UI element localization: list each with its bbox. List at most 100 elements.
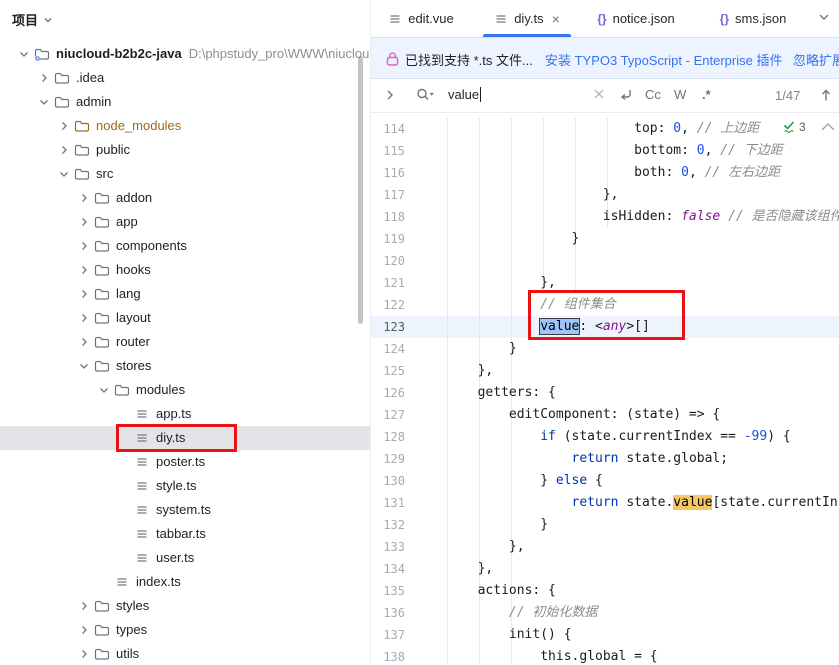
inspections-widget[interactable]: 3 — [782, 120, 839, 134]
code-line-133[interactable]: 133}, — [371, 536, 839, 558]
chevron-collapsed-icon[interactable] — [76, 286, 92, 302]
code-line-119[interactable]: 119} — [371, 228, 839, 250]
chevron-collapsed-icon[interactable] — [36, 70, 52, 86]
chevron-expanded-icon[interactable] — [56, 166, 72, 182]
tree-item-public[interactable]: public — [0, 138, 371, 162]
expand-replace-chevron-icon[interactable] — [383, 88, 397, 102]
code-line-130[interactable]: 130} else { — [371, 470, 839, 492]
search-icon[interactable] — [415, 87, 435, 103]
code-line-123[interactable]: 123value: <any>[] — [371, 316, 839, 338]
tree-item-system.ts[interactable]: system.ts — [0, 498, 371, 522]
code-line-129[interactable]: 129return state.global; — [371, 448, 839, 470]
tree-item-niucloud-b2b2c-java[interactable]: niucloud-b2b2c-javaD:\phpstudy_pro\WWW\n… — [0, 42, 371, 66]
tree-item-tabbar.ts[interactable]: tabbar.ts — [0, 522, 371, 546]
tree-item-label: layout — [116, 306, 151, 330]
chevron-collapsed-icon[interactable] — [76, 310, 92, 326]
tree-item-app.ts[interactable]: app.ts — [0, 402, 371, 426]
text-file-icon — [134, 454, 150, 470]
tree-item-admin[interactable]: admin — [0, 90, 371, 114]
code-line-138[interactable]: 138this.global = { — [371, 646, 839, 665]
tab-overflow-chevron-icon[interactable] — [817, 10, 831, 24]
tree-item-addon[interactable]: addon — [0, 186, 371, 210]
chevron-collapsed-icon[interactable] — [76, 598, 92, 614]
regex-toggle[interactable]: .* — [702, 87, 711, 102]
line-number: 123 — [371, 316, 405, 338]
tab-sms.json[interactable]: {}sms.json — [707, 0, 799, 37]
tree-item-.idea[interactable]: .idea — [0, 66, 371, 90]
code-text: }, — [415, 360, 493, 382]
code-line-115[interactable]: 115bottom: 0, // 下边距 — [371, 140, 839, 162]
match-case-toggle[interactable]: Cc — [645, 87, 661, 102]
code-line-124[interactable]: 124} — [371, 338, 839, 360]
chevron-expanded-icon[interactable] — [76, 358, 92, 374]
ignore-extension-link[interactable]: 忽略扩展名 — [793, 50, 839, 69]
chevron-collapsed-icon[interactable] — [76, 190, 92, 206]
chevron-collapsed-icon[interactable] — [56, 118, 72, 134]
tree-item-node-modules[interactable]: node_modules — [0, 114, 371, 138]
previous-match-arrow-icon[interactable] — [819, 88, 833, 103]
tree-item-src[interactable]: src — [0, 162, 371, 186]
tree-item-layout[interactable]: layout — [0, 306, 371, 330]
code-line-125[interactable]: 125}, — [371, 360, 839, 382]
code-line-127[interactable]: 127editComponent: (state) => { — [371, 404, 839, 426]
tree-item-utils[interactable]: utils — [0, 642, 371, 665]
code-text: editComponent: (state) => { — [415, 404, 720, 426]
newline-toggle-icon[interactable] — [618, 88, 634, 102]
code-line-126[interactable]: 126getters: { — [371, 382, 839, 404]
tree-item-index.ts[interactable]: index.ts — [0, 570, 371, 594]
tree-item-components[interactable]: components — [0, 234, 371, 258]
tree-item-styles[interactable]: styles — [0, 594, 371, 618]
install-plugin-link[interactable]: 安装 TYPO3 TypoScript - Enterprise 插件 — [545, 50, 782, 69]
tree-item-hooks[interactable]: hooks — [0, 258, 371, 282]
chevron-expanded-icon[interactable] — [16, 46, 32, 62]
tree-item-types[interactable]: types — [0, 618, 371, 642]
chevron-expanded-icon[interactable] — [36, 94, 52, 110]
tab-diy.ts[interactable]: diy.ts× — [475, 0, 579, 37]
chevron-collapsed-icon[interactable] — [56, 142, 72, 158]
tree-item-router[interactable]: router — [0, 330, 371, 354]
clear-search-icon[interactable] — [593, 88, 605, 100]
tree-item-modules[interactable]: modules — [0, 378, 371, 402]
code-line-137[interactable]: 137init() { — [371, 624, 839, 646]
code-line-121[interactable]: 121}, — [371, 272, 839, 294]
chevron-collapsed-icon[interactable] — [76, 214, 92, 230]
chevron-up-icon[interactable] — [819, 121, 839, 133]
code-editor[interactable]: 114top: 0, // 上边距115bottom: 0, // 下边距116… — [371, 113, 839, 665]
tree-item-user.ts[interactable]: user.ts — [0, 546, 371, 570]
code-line-117[interactable]: 117}, — [371, 184, 839, 206]
chevron-collapsed-icon[interactable] — [76, 262, 92, 278]
whole-words-toggle[interactable]: W — [674, 87, 686, 102]
code-line-118[interactable]: 118isHidden: false // 是否隐藏该组件 — [371, 206, 839, 228]
code-line-131[interactable]: 131return state.value[state.currentIn — [371, 492, 839, 514]
code-text: getters: { — [415, 382, 556, 404]
code-line-134[interactable]: 134}, — [371, 558, 839, 580]
tab-notice.json[interactable]: {}notice.json — [587, 0, 685, 37]
chevron-collapsed-icon[interactable] — [76, 622, 92, 638]
tree-scrollbar[interactable] — [358, 56, 363, 324]
code-line-135[interactable]: 135actions: { — [371, 580, 839, 602]
project-panel-header[interactable]: 项目 — [12, 8, 53, 30]
line-number: 117 — [371, 184, 405, 206]
chevron-collapsed-icon[interactable] — [76, 646, 92, 662]
code-line-114[interactable]: 114top: 0, // 上边距 — [371, 118, 839, 140]
tab-edit.vue[interactable]: edit.vue — [375, 0, 467, 37]
tree-item-lang[interactable]: lang — [0, 282, 371, 306]
chevron-collapsed-icon[interactable] — [76, 238, 92, 254]
code-line-120[interactable]: 120 — [371, 250, 839, 272]
chevron-collapsed-icon[interactable] — [76, 334, 92, 350]
tree-item-poster.ts[interactable]: poster.ts — [0, 450, 371, 474]
code-line-116[interactable]: 116both: 0, // 左右边距 — [371, 162, 839, 184]
search-input[interactable]: value — [448, 87, 481, 102]
tree-item-label: router — [116, 330, 150, 354]
close-tab-icon[interactable]: × — [552, 12, 560, 26]
code-line-132[interactable]: 132} — [371, 514, 839, 536]
code-line-122[interactable]: 122// 组件集合 — [371, 294, 839, 316]
tree-item-app[interactable]: app — [0, 210, 371, 234]
tree-item-style.ts[interactable]: style.ts — [0, 474, 371, 498]
code-line-136[interactable]: 136// 初始化数据 — [371, 602, 839, 624]
chevron-expanded-icon[interactable] — [96, 382, 112, 398]
tree-item-stores[interactable]: stores — [0, 354, 371, 378]
code-line-128[interactable]: 128if (state.currentIndex == -99) { — [371, 426, 839, 448]
search-match-highlight: value — [673, 495, 712, 510]
tree-item-diy.ts[interactable]: diy.ts — [0, 426, 371, 450]
